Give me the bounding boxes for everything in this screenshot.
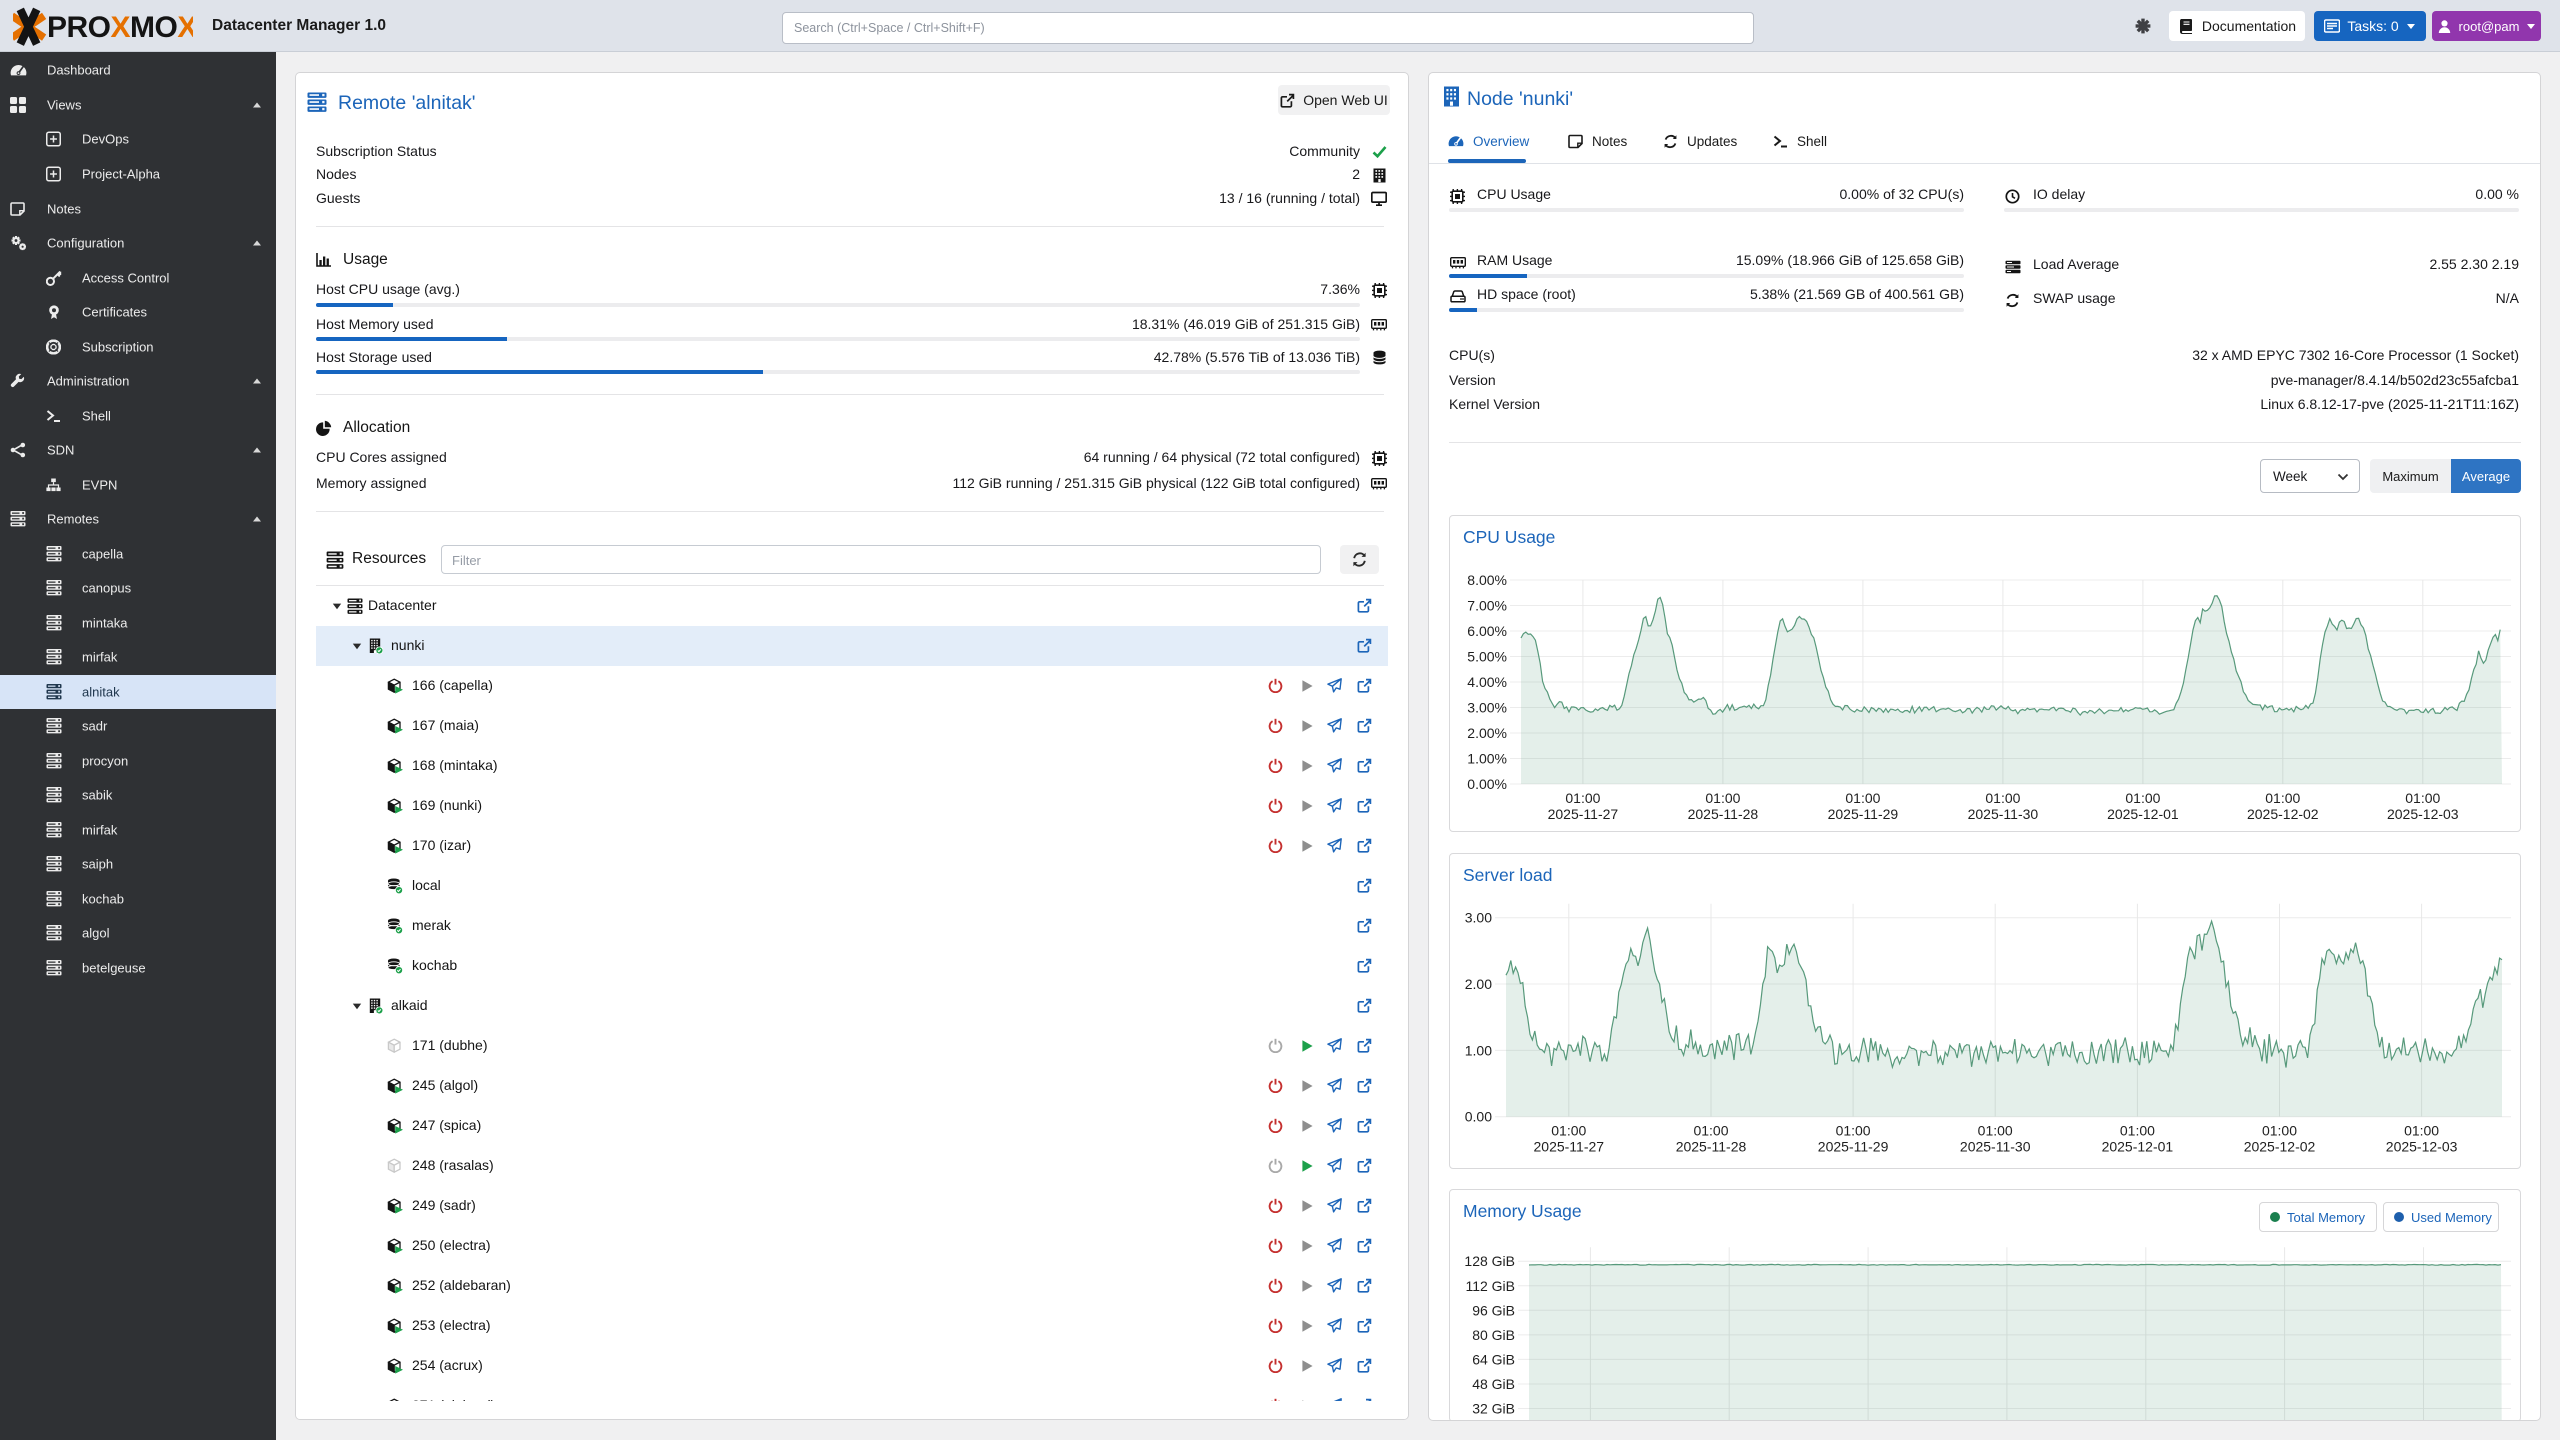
svg-text:80 GiB: 80 GiB — [1472, 1327, 1515, 1343]
svg-text:PROXMOX: PROXMOX — [47, 11, 193, 44]
svg-text:2025-12-03: 2025-12-03 — [2387, 806, 2459, 822]
svg-text:2.00: 2.00 — [1465, 976, 1492, 992]
svg-text:8.00%: 8.00% — [1467, 572, 1507, 588]
svg-text:01:00: 01:00 — [1836, 1123, 1871, 1139]
svg-text:112 GiB: 112 GiB — [1465, 1278, 1515, 1294]
svg-text:01:00: 01:00 — [1845, 790, 1880, 806]
svg-text:5.00%: 5.00% — [1467, 649, 1507, 665]
svg-text:2025-12-02: 2025-12-02 — [2244, 1139, 2316, 1155]
svg-text:2025-11-29: 2025-11-29 — [1828, 806, 1899, 822]
svg-text:0.00%: 0.00% — [1467, 776, 1507, 792]
svg-text:01:00: 01:00 — [1705, 790, 1740, 806]
svg-text:128 GiB: 128 GiB — [1464, 1253, 1515, 1269]
svg-text:2025-12-01: 2025-12-01 — [2107, 806, 2179, 822]
svg-text:01:00: 01:00 — [2265, 790, 2300, 806]
svg-text:64 GiB: 64 GiB — [1472, 1351, 1515, 1367]
svg-text:1.00%: 1.00% — [1467, 751, 1507, 767]
svg-text:7.00%: 7.00% — [1467, 598, 1507, 614]
svg-text:2.00%: 2.00% — [1467, 725, 1507, 741]
svg-text:01:00: 01:00 — [2125, 790, 2160, 806]
svg-text:0.00: 0.00 — [1465, 1109, 1492, 1125]
svg-text:1.00: 1.00 — [1465, 1042, 1492, 1058]
svg-text:01:00: 01:00 — [1551, 1123, 1586, 1139]
svg-text:2025-12-03: 2025-12-03 — [2386, 1139, 2458, 1155]
svg-text:4.00%: 4.00% — [1467, 674, 1507, 690]
svg-text:01:00: 01:00 — [1985, 790, 2020, 806]
svg-text:32 GiB: 32 GiB — [1472, 1401, 1515, 1417]
svg-text:2025-12-01: 2025-12-01 — [2102, 1139, 2174, 1155]
svg-text:2025-11-30: 2025-11-30 — [1960, 1139, 2031, 1155]
svg-text:2025-11-27: 2025-11-27 — [1534, 1139, 1605, 1155]
svg-text:48 GiB: 48 GiB — [1472, 1376, 1515, 1392]
svg-text:2025-11-30: 2025-11-30 — [1968, 806, 2039, 822]
svg-text:2025-11-27: 2025-11-27 — [1548, 806, 1619, 822]
svg-text:3.00: 3.00 — [1465, 910, 1492, 926]
svg-text:96 GiB: 96 GiB — [1472, 1302, 1515, 1318]
svg-text:01:00: 01:00 — [2404, 1123, 2439, 1139]
svg-text:01:00: 01:00 — [1978, 1123, 2013, 1139]
svg-text:01:00: 01:00 — [2120, 1123, 2155, 1139]
svg-text:3.00%: 3.00% — [1467, 700, 1507, 716]
svg-text:2025-11-28: 2025-11-28 — [1676, 1139, 1747, 1155]
svg-text:01:00: 01:00 — [2262, 1123, 2297, 1139]
svg-text:01:00: 01:00 — [1565, 790, 1600, 806]
svg-text:01:00: 01:00 — [1693, 1123, 1728, 1139]
svg-text:2025-11-29: 2025-11-29 — [1818, 1139, 1889, 1155]
svg-text:01:00: 01:00 — [2405, 790, 2440, 806]
svg-text:2025-11-28: 2025-11-28 — [1688, 806, 1759, 822]
svg-text:2025-12-02: 2025-12-02 — [2247, 806, 2319, 822]
svg-text:6.00%: 6.00% — [1467, 623, 1507, 639]
